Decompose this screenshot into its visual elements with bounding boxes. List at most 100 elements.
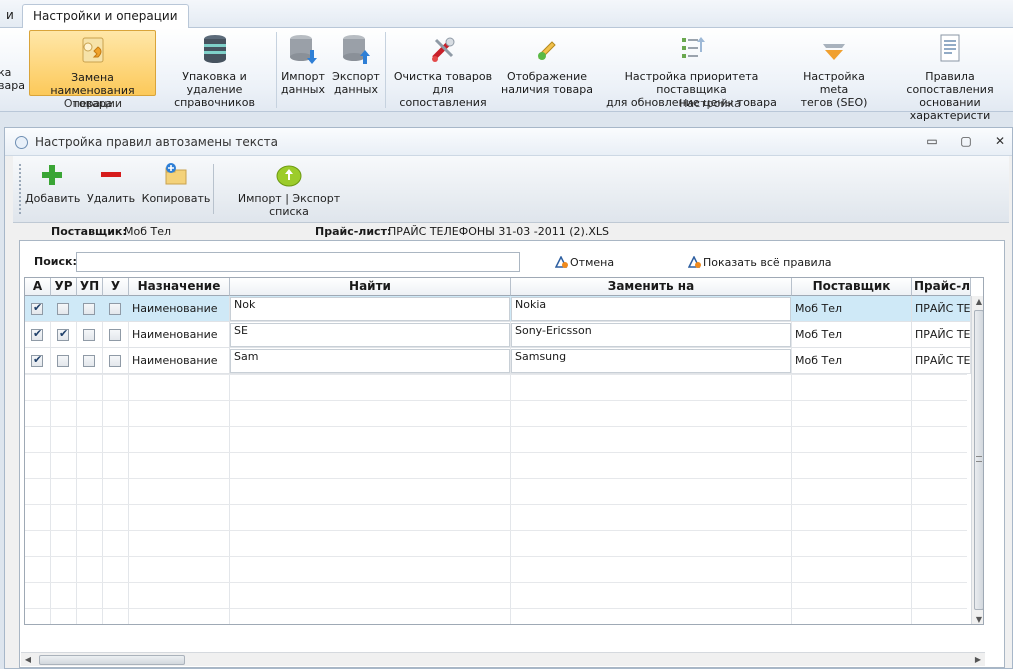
checkbox-u[interactable] [109,329,121,341]
ribbon-group-divider [385,32,386,108]
minimize-button[interactable]: ▭ [924,134,940,148]
tab-previous[interactable]: и [0,4,24,28]
column-header-purpose[interactable]: Назначение [129,278,230,296]
search-label: Поиск: [34,255,77,268]
autoreplace-rules-window: Настройка правил автозамены текста ▭ ▢ ✕… [4,127,1013,669]
filter-show-all-icon [688,256,701,268]
grid-row-line [25,582,967,583]
checkbox-a[interactable] [31,327,43,341]
supplier-label: Поставщик: [51,225,127,238]
scroll-down-icon[interactable]: ▼ [972,614,983,624]
rules-grid: А УР УП У Назначение Найти Заменить на П… [24,277,984,625]
vertical-scrollbar[interactable]: ▲ ▼ [971,296,983,624]
horizontal-scroll-thumb[interactable] [39,655,185,665]
add-button[interactable]: Добавить [25,162,81,216]
checkbox-ur[interactable] [57,355,69,367]
search-input[interactable] [76,252,520,272]
clean-products-button[interactable]: Очистка товаров для сопоставления [390,30,496,109]
checkbox-ur[interactable] [57,303,69,315]
pencil-check-icon [538,41,556,60]
delete-button[interactable]: Удалить [87,162,135,216]
scroll-right-icon[interactable]: ▶ [971,653,985,667]
pricelist-cell[interactable]: ПРАЙС ТЕЛЕ [912,322,971,348]
pack-directories-label2: справочников [174,96,255,109]
grid-row-line [25,400,967,401]
checkbox-up[interactable] [83,355,95,367]
ribbon-button-partial[interactable]: ка вара [0,66,26,132]
find-cell[interactable]: Sam [230,349,510,373]
ribbon-panel: ка вара Замена наименования товара Упако… [0,28,1013,122]
rename-product-label1: Замена наименования [50,71,135,97]
table-row[interactable]: Наименование SE Sony-Ericsson Моб Тел ПР… [25,322,983,348]
meta-tags-icon [823,44,845,60]
grid-row-line [25,374,967,375]
purpose-cell[interactable]: Наименование [129,322,230,348]
copy-folder-icon [165,163,187,185]
table-row[interactable]: Наименование Nok Nokia Моб Тел ПРАЙС ТЕЛ… [25,296,983,322]
pricelist-cell[interactable]: ПРАЙС ТЕЛЕ [912,348,971,374]
tab-settings-operations[interactable]: Настройки и операции [22,4,189,29]
checkbox-u[interactable] [109,355,121,367]
replace-cell[interactable]: Nokia [511,297,791,321]
import-data-label1: Импорт [281,70,325,83]
pricelist-cell[interactable]: ПРАЙС ТЕЛЕ [912,296,971,322]
find-cell[interactable]: SE [230,323,510,347]
window-toolbar: Добавить Удалить Копировать Импорт | Экс… [13,156,1009,223]
checkbox-up[interactable] [83,329,95,341]
matching-rules-button[interactable]: Правила сопоставления основании характер… [880,30,1013,122]
column-header-a[interactable]: А [25,278,51,296]
column-header-find[interactable]: Найти [230,278,511,296]
cancel-filter-button[interactable]: Отмена [555,256,614,269]
pack-directories-button[interactable]: Упаковка и удаление справочников [157,30,272,109]
supplier-cell[interactable]: Моб Тел [792,348,912,374]
scroll-up-icon[interactable]: ▲ [972,296,983,308]
horizontal-scrollbar[interactable]: ◀ ▶ [21,652,985,666]
supplier-cell[interactable]: Моб Тел [792,296,912,322]
purpose-cell[interactable]: Наименование [129,296,230,322]
window-titlebar: Настройка правил автозамены текста ▭ ▢ ✕ [5,128,1012,156]
close-button[interactable]: ✕ [992,134,1008,148]
ribbon-button-partial-label1: ка [0,66,12,79]
import-export-button[interactable]: Импорт | Экспорт списка [219,162,359,218]
supplier-priority-label1: Настройка приоритета поставщика [624,70,759,96]
show-all-rules-button[interactable]: Показать всё правила [688,256,831,269]
export-data-label2: данных [334,83,378,96]
export-data-button[interactable]: Экспорт данных [330,30,382,96]
show-all-rules-label: Показать всё правила [703,256,832,269]
pricelist-value: ПРАЙС ТЕЛЕФОНЫ 31-03 -2011 (2).XLS [388,225,609,238]
pack-directories-label1: Упаковка и удаление [182,70,247,96]
rename-product-button[interactable]: Замена наименования товара [29,30,156,110]
stock-display-button[interactable]: Отображение наличия товара [500,30,594,96]
column-header-pricelist[interactable]: Прайс-ли [912,278,971,296]
vertical-scroll-thumb[interactable] [974,310,983,610]
import-data-button[interactable]: Импорт данных [279,30,327,96]
filter-cancel-icon [555,256,568,268]
checkbox-a[interactable] [31,353,43,367]
column-header-supplier[interactable]: Поставщик [792,278,912,296]
replace-cell[interactable]: Samsung [511,349,791,373]
column-header-replace[interactable]: Заменить на [511,278,792,296]
supplier-priority-button[interactable]: Настройка приоритета поставщика для обно… [595,30,788,109]
column-header-ur[interactable]: УР [51,278,77,296]
add-button-label: Добавить [25,192,81,205]
tools-icon [432,37,455,62]
purpose-cell[interactable]: Наименование [129,348,230,374]
checkbox-ur[interactable] [57,327,69,341]
meta-tags-button[interactable]: Настройка meta тегов (SEO) [789,30,879,109]
column-header-u[interactable]: У [103,278,129,296]
checkbox-a[interactable] [31,301,43,315]
ribbon-divider [276,32,277,108]
import-export-label: Импорт | Экспорт списка [237,192,341,218]
scroll-left-icon[interactable]: ◀ [21,653,35,667]
copy-button[interactable]: Копировать [141,162,211,216]
checkbox-u[interactable] [109,303,121,315]
maximize-button[interactable]: ▢ [958,134,974,148]
grid-row-line [25,530,967,531]
table-row[interactable]: Наименование Sam Samsung Моб Тел ПРАЙС Т… [25,348,983,374]
checkbox-up[interactable] [83,303,95,315]
cancel-filter-label: Отмена [570,256,615,269]
supplier-cell[interactable]: Моб Тел [792,322,912,348]
find-cell[interactable]: Nok [230,297,510,321]
column-header-up[interactable]: УП [77,278,103,296]
replace-cell[interactable]: Sony-Ericsson [511,323,791,347]
